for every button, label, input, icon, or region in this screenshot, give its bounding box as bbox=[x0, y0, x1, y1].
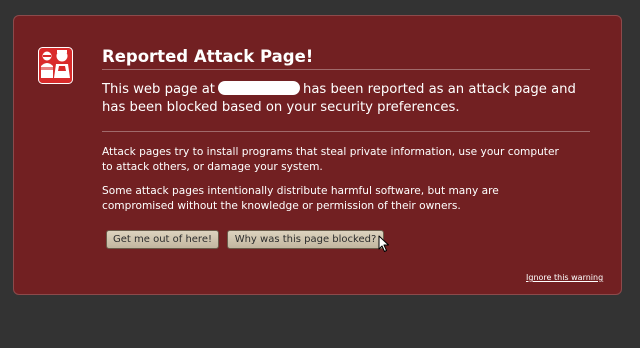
attack-warning-panel: Reported Attack Page! This web page at ha… bbox=[13, 15, 622, 295]
why-blocked-button[interactable]: Why was this page blocked? bbox=[227, 230, 384, 249]
lead-text: This web page at has been reported as an … bbox=[102, 81, 602, 117]
compromise-description: Some attack pages intentionally distribu… bbox=[102, 185, 499, 212]
lead-text-before: This web page at bbox=[102, 82, 215, 97]
ignore-warning-link[interactable]: Ignore this warning bbox=[526, 273, 603, 282]
get-me-out-button[interactable]: Get me out of here! bbox=[106, 230, 219, 249]
content-divider bbox=[102, 131, 590, 132]
page-title: Reported Attack Page! bbox=[102, 47, 314, 66]
mouse-pointer-icon bbox=[378, 235, 389, 252]
redacted-url bbox=[217, 81, 300, 95]
attack-description: Attack pages try to install programs tha… bbox=[102, 146, 559, 173]
attacker-badge-icon bbox=[38, 47, 73, 84]
title-divider bbox=[102, 69, 590, 70]
